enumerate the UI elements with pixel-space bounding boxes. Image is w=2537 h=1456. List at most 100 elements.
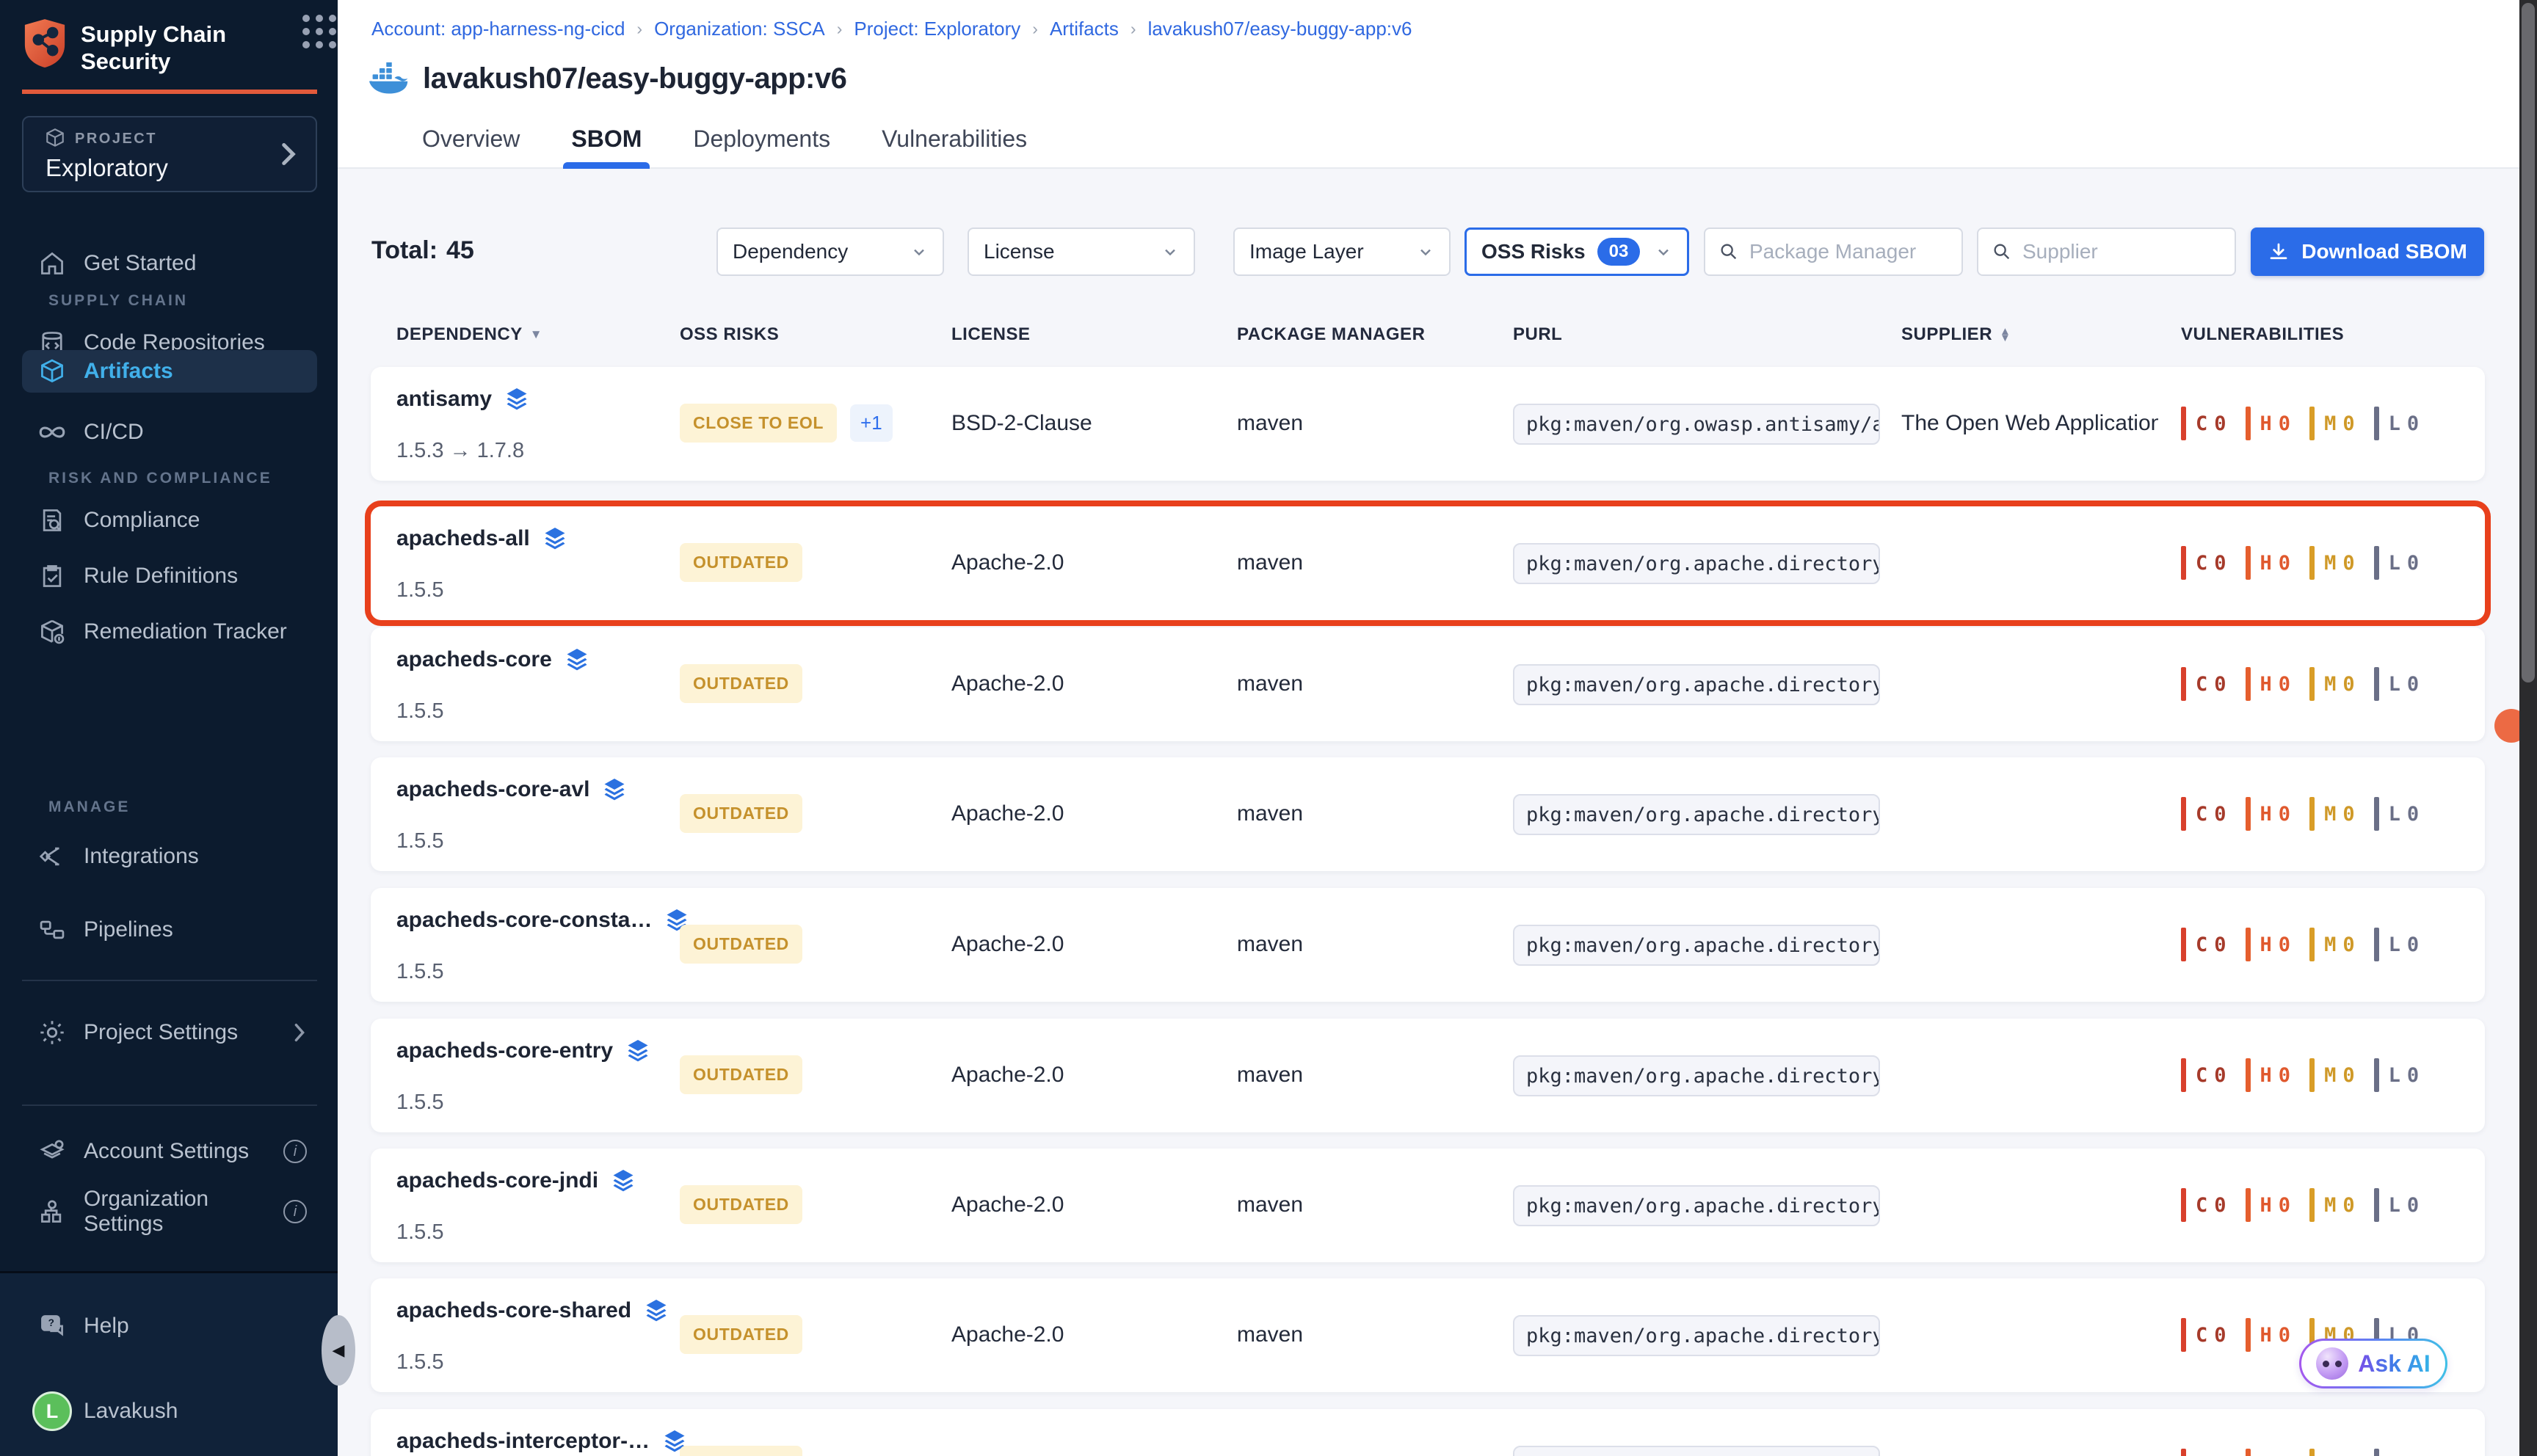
package-manager-search-input[interactable]: Package Manager <box>1704 228 1963 276</box>
dependency-filter-dropdown[interactable]: Dependency <box>716 228 944 276</box>
breadcrumb-project[interactable]: Project: Exploratory <box>854 18 1020 40</box>
app-title: Supply Chain Security <box>81 18 317 75</box>
vuln-c-segment: C0 <box>2181 1318 2226 1352</box>
purl-pill[interactable]: pkg:maven/org.apache.directory.s… <box>1513 1315 1880 1356</box>
table-row[interactable]: apacheds-core 1.5.5 OUTDATED Apache-2.0 … <box>371 627 2485 741</box>
sidebar-item-artifacts[interactable]: Artifacts <box>22 350 317 393</box>
severity-bar-icon <box>2181 1449 2186 1456</box>
vuln-h-segment: H0 <box>2246 667 2291 701</box>
search-icon <box>1992 241 2012 262</box>
table-row[interactable]: antisamy 1.5.3 → 1.7.8 CLOSE TO EOL +1 B… <box>371 367 2485 481</box>
oss-risk-badge: OUTDATED <box>680 1055 802 1094</box>
sidebar-item-organization-settings[interactable]: Organization Settings i <box>22 1190 317 1233</box>
dependency-version: 1.5.5 <box>396 699 444 724</box>
scrollbar-track[interactable] <box>2519 0 2537 1456</box>
tab-deployments[interactable]: Deployments <box>693 110 830 167</box>
oss-risk-cell: OUTDATED <box>680 794 802 833</box>
sidebar-collapse-handle[interactable]: ◀ <box>322 1315 355 1386</box>
column-header-purl: PURL <box>1513 324 1562 345</box>
supplier-search-input[interactable]: Supplier <box>1977 228 2236 276</box>
column-header-license: LICENSE <box>951 324 1031 345</box>
severity-bar-icon <box>2309 546 2315 580</box>
dependency-version: 1.5.5 <box>396 578 444 603</box>
oss-risk-badge: OUTDATED <box>680 1315 802 1354</box>
table-row[interactable]: apacheds-interceptor-… 1.5.5 OUTDATED Ap… <box>371 1409 2485 1456</box>
sidebar-item-remediation-tracker[interactable]: Remediation Tracker <box>22 611 317 653</box>
sort-both-icon[interactable]: ▲▼ <box>2000 328 2011 342</box>
license-filter-dropdown[interactable]: License <box>968 228 1195 276</box>
image-layer-filter-dropdown[interactable]: Image Layer <box>1233 228 1451 276</box>
oss-risk-extra-badge[interactable]: +1 <box>850 404 893 442</box>
project-selector[interactable]: PROJECT Exploratory <box>22 116 317 192</box>
table-row[interactable]: apacheds-core-entry 1.5.5 OUTDATED Apach… <box>371 1019 2485 1132</box>
chevron-down-icon <box>910 243 928 261</box>
column-header-supplier[interactable]: SUPPLIER▲▼ <box>1901 324 2011 345</box>
layers-icon <box>625 1038 651 1064</box>
severity-bar-icon <box>2181 1058 2186 1092</box>
home-icon <box>35 247 69 280</box>
vuln-c-segment: C0 <box>2181 546 2226 580</box>
purl-pill[interactable]: pkg:maven/org.apache.directory.s… <box>1513 794 1880 835</box>
search-placeholder: Supplier <box>2022 240 2098 263</box>
app-switcher-grid-icon[interactable] <box>302 15 336 48</box>
sidebar: Supply Chain Security PROJECT Explorator… <box>0 0 338 1456</box>
oss-risk-badge: CLOSE TO EOL <box>680 404 837 443</box>
sidebar-item-label: Project Settings <box>84 1020 238 1045</box>
tab-vulnerabilities[interactable]: Vulnerabilities <box>882 110 1027 167</box>
purl-pill[interactable]: pkg:maven/org.apache.directory.s… <box>1513 543 1880 584</box>
purl-pill[interactable]: pkg:maven/org.apache.directory.s… <box>1513 664 1880 705</box>
package-wrench-icon <box>35 615 69 649</box>
sidebar-item-get-started[interactable]: Get Started <box>22 242 317 285</box>
vuln-c-segment: C0 <box>2181 797 2226 831</box>
license-cell: Apache-2.0 <box>951 932 1064 957</box>
org-gear-icon <box>35 1195 69 1228</box>
breadcrumb-artifacts[interactable]: Artifacts <box>1050 18 1119 40</box>
license-cell: BSD-2-Clause <box>951 411 1092 436</box>
purl-pill[interactable]: pkg:maven/org.apache.directory.s… <box>1513 1185 1880 1226</box>
severity-bar-icon <box>2246 797 2251 831</box>
package-manager-cell: maven <box>1237 411 1303 436</box>
artifacts-cube-icon <box>35 354 69 388</box>
sidebar-item-integrations[interactable]: Integrations <box>22 835 317 878</box>
sidebar-item-project-settings[interactable]: Project Settings <box>22 1011 317 1054</box>
info-icon[interactable]: i <box>283 1200 307 1223</box>
purl-pill[interactable]: pkg:maven/org.apache.directory.s… <box>1513 925 1880 966</box>
oss-risk-cell: OUTDATED <box>680 1315 802 1354</box>
gear-icon <box>35 1016 69 1049</box>
sidebar-item-account-settings[interactable]: Account Settings i <box>22 1130 317 1173</box>
info-icon[interactable]: i <box>283 1140 307 1163</box>
table-row[interactable]: apacheds-core-shared 1.5.5 OUTDATED Apac… <box>371 1278 2485 1392</box>
sidebar-item-help[interactable]: ? Help <box>22 1305 317 1347</box>
sidebar-item-rule-definitions[interactable]: Rule Definitions <box>22 555 317 597</box>
table-row[interactable]: apacheds-core-consta… 1.5.5 OUTDATED Apa… <box>371 888 2485 1002</box>
sidebar-item-cicd[interactable]: CI/CD <box>22 411 317 454</box>
severity-bar-icon <box>2374 1058 2379 1092</box>
total-label: Total: <box>371 236 438 265</box>
purl-pill[interactable]: pkg:maven/org.owasp.antisamy/ant… <box>1513 404 1880 445</box>
breadcrumb-artifact-name[interactable]: lavakush07/easy-buggy-app:v6 <box>1148 18 1412 40</box>
purl-pill[interactable]: pkg:maven/org.apache.directory.s… <box>1513 1055 1880 1096</box>
vuln-h-segment: H0 <box>2246 1449 2291 1456</box>
chevron-down-icon <box>1161 243 1179 261</box>
oss-risks-filter-dropdown[interactable]: OSS Risks 03 <box>1465 228 1689 276</box>
sidebar-item-compliance[interactable]: Compliance <box>22 499 317 542</box>
ask-ai-button[interactable]: Ask AI <box>2299 1339 2447 1388</box>
column-header-dependency[interactable]: DEPENDENCY▼ <box>396 324 542 345</box>
breadcrumb-organization[interactable]: Organization: SSCA <box>654 18 825 40</box>
dependency-name: antisamy <box>396 386 530 412</box>
user-menu[interactable]: L Lavakush <box>22 1390 317 1433</box>
sort-descending-icon[interactable]: ▼ <box>530 327 542 342</box>
severity-bar-icon <box>2181 546 2186 580</box>
table-row[interactable]: apacheds-all 1.5.5 OUTDATED Apache-2.0 m… <box>371 506 2485 620</box>
breadcrumb-account[interactable]: Account: app-harness-ng-cicd <box>371 18 625 40</box>
oss-risk-badge: OUTDATED <box>680 664 802 703</box>
tab-sbom[interactable]: SBOM <box>571 110 642 167</box>
purl-pill[interactable]: pkg:maven/org.apache.directory.s… <box>1513 1446 1880 1456</box>
table-row[interactable]: apacheds-core-avl 1.5.5 OUTDATED Apache-… <box>371 757 2485 871</box>
sidebar-item-label: Help <box>84 1314 129 1339</box>
table-row[interactable]: apacheds-core-jndi 1.5.5 OUTDATED Apache… <box>371 1149 2485 1262</box>
scrollbar-thumb[interactable] <box>2522 3 2535 682</box>
tab-overview[interactable]: Overview <box>422 110 520 167</box>
sidebar-item-pipelines[interactable]: Pipelines <box>22 909 317 951</box>
download-sbom-button[interactable]: Download SBOM <box>2251 228 2484 276</box>
